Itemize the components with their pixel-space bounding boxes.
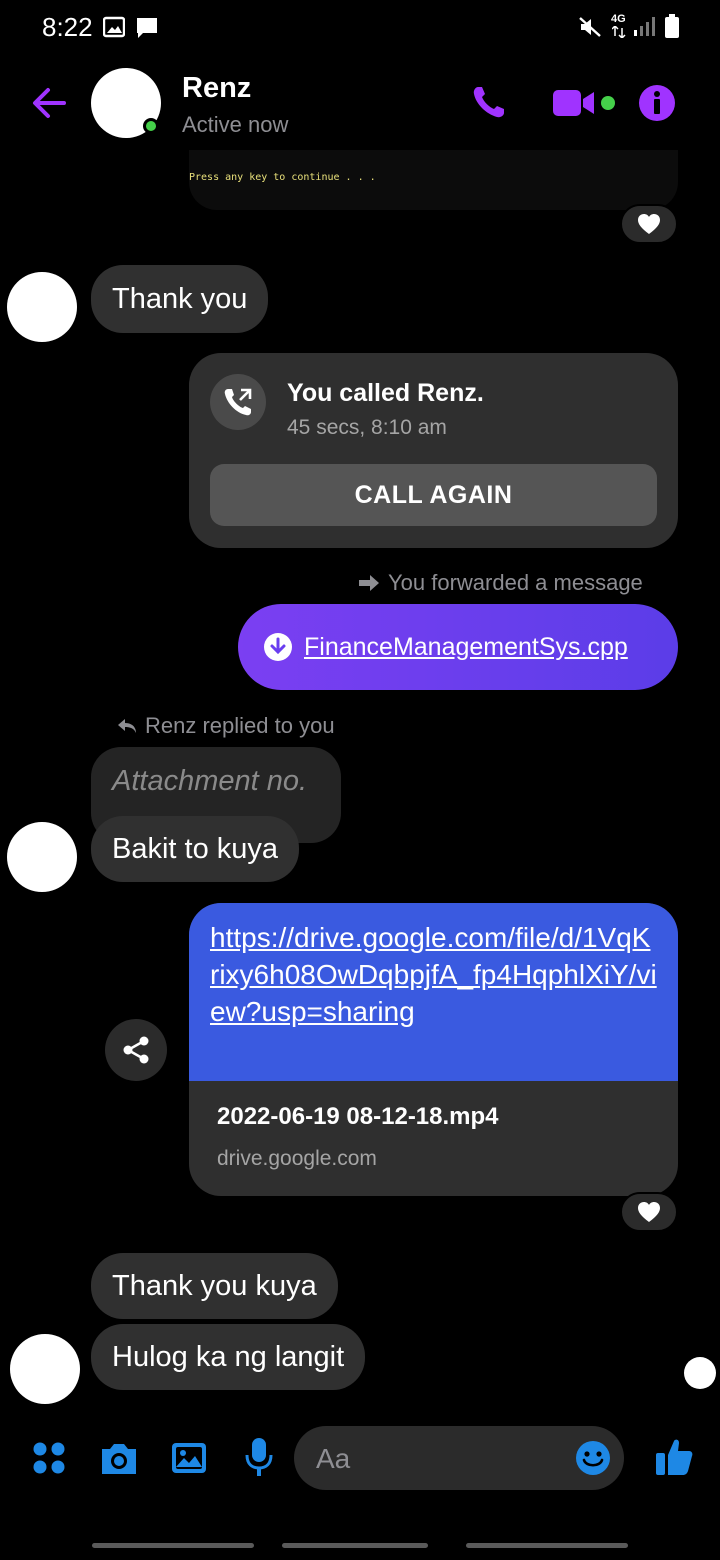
message-bubble[interactable]: Thank you — [91, 265, 269, 333]
link-domain: drive.google.com — [217, 1147, 377, 1170]
phone-icon[interactable] — [470, 84, 508, 122]
share-icon — [123, 1036, 149, 1064]
message-status-icon — [137, 18, 157, 38]
nav-recents-button[interactable] — [92, 1543, 254, 1548]
message-input-placeholder: Aa — [316, 1443, 351, 1474]
contact-status: Active now — [182, 112, 289, 137]
call-card: You called Renz. 45 secs, 8:10 am CALL A… — [189, 353, 678, 548]
message-bubble[interactable]: Hulog ka ng langit — [91, 1324, 366, 1390]
heart-icon — [638, 1202, 660, 1222]
seen-avatar — [684, 1357, 716, 1389]
status-time: 8:22 — [42, 12, 93, 42]
terminal-image[interactable]: Press any key to continue . . . — [189, 150, 678, 210]
heart-icon — [638, 214, 660, 234]
video-active-dot — [601, 96, 615, 110]
link-url-section[interactable]: https://drive.google.com/file/d/1VqKrixy… — [189, 903, 678, 1081]
forward-arrow-icon — [359, 575, 379, 591]
terminal-text-fragments — [229, 150, 629, 152]
back-arrow-icon[interactable] — [30, 84, 68, 122]
menu-grid-icon[interactable] — [32, 1441, 66, 1475]
renz-avatar[interactable] — [10, 1334, 80, 1404]
link-file-name: 2022-06-19 08-12-18.mp4 — [217, 1103, 499, 1130]
link-preview-card[interactable]: https://drive.google.com/file/d/1VqKrixy… — [189, 903, 678, 1196]
network-label: 4G — [611, 13, 626, 25]
mute-icon — [579, 17, 601, 37]
link-url[interactable]: https://drive.google.com/file/d/1VqKrixy… — [210, 919, 657, 1030]
renz-avatar[interactable] — [7, 822, 77, 892]
file-name-link[interactable]: FinanceManagementSys.cpp — [304, 633, 628, 662]
signal-icon — [634, 17, 655, 36]
like-icon[interactable] — [654, 1437, 694, 1477]
share-button[interactable] — [105, 1019, 167, 1081]
link-meta-section[interactable]: 2022-06-19 08-12-18.mp4 drive.google.com — [189, 1081, 678, 1193]
online-indicator — [143, 118, 159, 134]
contact-name[interactable]: Renz — [182, 72, 251, 105]
call-title: You called Renz. — [287, 379, 484, 407]
camera-icon[interactable] — [99, 1441, 139, 1477]
reply-note-text: Renz replied to you — [145, 713, 335, 738]
call-again-button[interactable]: CALL AGAIN — [210, 464, 657, 526]
microphone-icon[interactable] — [244, 1437, 274, 1479]
network-arrows-icon — [612, 26, 626, 38]
quoted-message-text: Attachment no. — [112, 765, 308, 797]
gallery-status-icon — [103, 16, 125, 38]
message-bubble[interactable]: Thank you kuya — [91, 1253, 338, 1319]
reply-arrow-icon — [118, 719, 136, 733]
heart-reaction[interactable] — [620, 204, 678, 244]
call-duration: 45 secs, 8:10 am — [287, 416, 447, 439]
emoji-icon[interactable] — [574, 1439, 612, 1477]
message-bubble[interactable]: Bakit to kuya — [91, 816, 300, 882]
forwarded-note-text: You forwarded a message — [388, 570, 643, 595]
video-icon[interactable] — [552, 86, 598, 120]
outgoing-call-icon — [224, 388, 252, 416]
reply-note: Renz replied to you — [117, 713, 335, 739]
gallery-icon[interactable] — [170, 1441, 208, 1475]
terminal-prompt: Press any key to continue . . . — [189, 172, 376, 183]
message-input[interactable]: Aa — [294, 1426, 624, 1490]
download-icon[interactable] — [264, 633, 292, 661]
nav-home-button[interactable] — [282, 1543, 428, 1548]
file-attachment-bubble[interactable]: FinanceManagementSys.cpp — [238, 604, 678, 690]
heart-reaction[interactable] — [620, 1192, 678, 1232]
forwarded-note: You forwarded a message — [358, 570, 643, 596]
battery-icon — [665, 14, 679, 38]
nav-back-button[interactable] — [466, 1543, 628, 1548]
call-icon-circle — [210, 374, 266, 430]
info-icon[interactable] — [638, 84, 676, 122]
renz-avatar[interactable] — [7, 272, 77, 342]
